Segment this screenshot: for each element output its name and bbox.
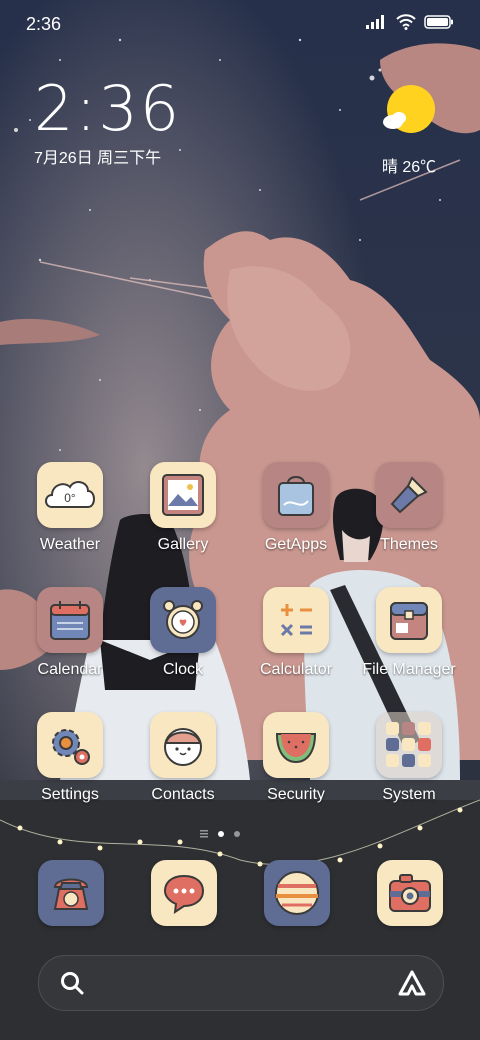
folder-bag-icon: [376, 587, 442, 653]
cellular-signal-icon: [366, 15, 384, 29]
app-label: Security: [267, 786, 325, 803]
app-clock[interactable]: Clock: [127, 587, 239, 679]
battery-icon: [424, 15, 453, 29]
folder-icon: [376, 712, 442, 778]
app-gallery[interactable]: Gallery: [127, 462, 239, 554]
clock-widget-time: 2:36: [34, 72, 182, 145]
calculator-icon: [263, 587, 329, 653]
sun-cloud-icon: [383, 85, 435, 133]
app-system-folder[interactable]: System: [353, 712, 465, 804]
app-label: Contacts: [151, 786, 215, 803]
weather-summary: 晴 26℃: [381, 159, 437, 176]
clock-widget-date: 7月26日 周三下午: [34, 150, 162, 167]
picture-frame-icon: [150, 462, 216, 528]
planet-icon: [275, 871, 319, 915]
app-security[interactable]: Security: [240, 712, 352, 804]
app-label: Themes: [380, 536, 438, 553]
weather-widget[interactable]: 晴 26℃: [374, 84, 444, 177]
cloud-temperature-icon: 0°: [37, 462, 103, 528]
app-weather[interactable]: 0° Weather: [14, 462, 126, 554]
svg-text:0°: 0°: [64, 491, 76, 505]
app-contacts[interactable]: Contacts: [127, 712, 239, 804]
app-label: Clock: [162, 661, 203, 678]
dock-phone[interactable]: [38, 860, 104, 926]
search-bar[interactable]: [38, 955, 444, 1011]
chat-bubble-icon: [163, 874, 205, 915]
search-icon[interactable]: [59, 970, 85, 996]
paint-brush-icon: [376, 462, 442, 528]
wifi-icon: [396, 14, 416, 30]
status-bar: 2:36: [0, 0, 480, 50]
dock-messages[interactable]: [151, 860, 217, 926]
clock-widget[interactable]: 2:36 7月26日 周三下午: [34, 78, 181, 168]
app-label: Calculator: [259, 661, 333, 678]
app-calculator[interactable]: Calculator: [240, 587, 352, 679]
app-label: GetApps: [264, 536, 328, 553]
app-label: Weather: [39, 536, 101, 553]
page-list-icon: [200, 830, 208, 838]
telephone-icon: [53, 878, 89, 910]
app-settings[interactable]: Settings: [14, 712, 126, 804]
page-indicator[interactable]: [200, 830, 240, 838]
camera-icon: [389, 874, 431, 912]
app-label: Calendar: [37, 661, 103, 678]
status-icons: [366, 14, 454, 30]
app-label: System: [382, 786, 436, 803]
calendar-icon: [37, 587, 103, 653]
app-themes[interactable]: Themes: [353, 462, 465, 554]
app-getapps[interactable]: GetApps: [240, 462, 352, 554]
app-label: File Manager: [362, 661, 456, 678]
gear-icon: [37, 712, 103, 778]
page-dot-active: [218, 831, 224, 837]
dock-browser[interactable]: [264, 860, 330, 926]
status-time: 2:36: [26, 14, 62, 34]
alarm-clock-icon: [150, 587, 216, 653]
assistant-icon[interactable]: [397, 969, 427, 997]
app-label: Settings: [41, 786, 99, 803]
shopping-bag-icon: [263, 462, 329, 528]
app-file-manager[interactable]: File Manager: [353, 587, 465, 679]
page-dot: [234, 831, 240, 837]
contact-face-icon: [150, 712, 216, 778]
app-calendar[interactable]: Calendar: [14, 587, 126, 679]
dock-camera[interactable]: [377, 860, 443, 926]
watermelon-shield-icon: [263, 712, 329, 778]
app-label: Gallery: [157, 536, 209, 553]
